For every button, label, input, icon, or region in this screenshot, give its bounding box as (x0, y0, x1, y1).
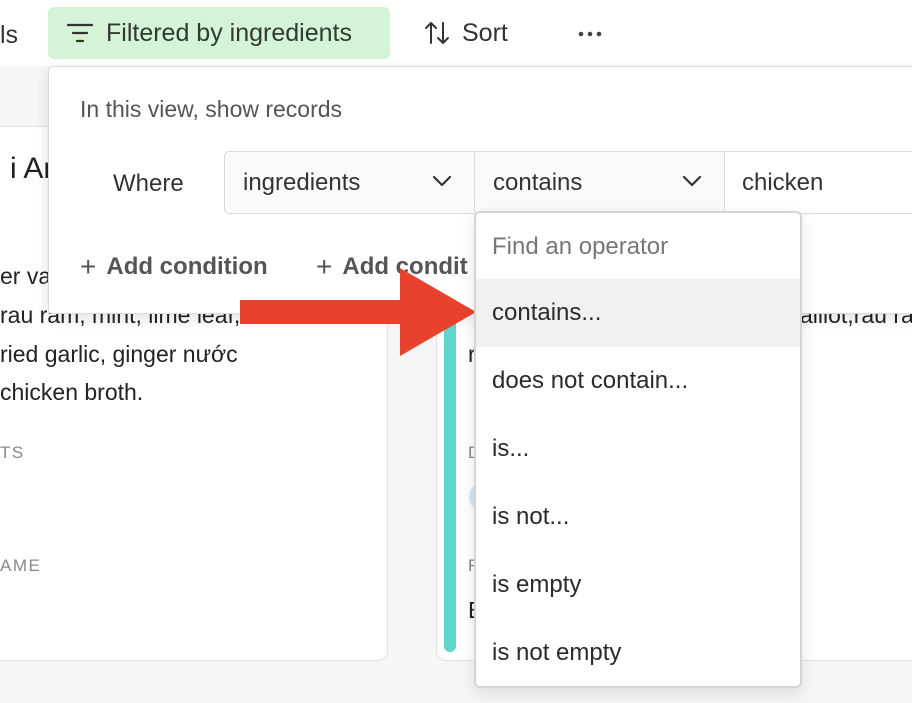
ellipsis-icon (578, 31, 602, 37)
plus-icon: + (80, 251, 97, 282)
operator-search-input[interactable]: Find an operator (492, 233, 668, 261)
chevron-down-icon (682, 175, 702, 187)
operator-select-value: contains (493, 168, 583, 196)
card-field-label: AME (0, 556, 42, 575)
operator-option-is-not[interactable]: is not... (476, 483, 800, 551)
card-field-label: TS (0, 443, 25, 462)
operator-option-is[interactable]: is... (476, 415, 800, 483)
operator-option-is-not-empty[interactable]: is not empty (476, 619, 800, 686)
filter-button-label: Filtered by ingredients (106, 18, 352, 47)
view-toolbar: ls Filtered by ingredients Sort (0, 0, 912, 66)
card-text-line: chicken broth. (0, 379, 144, 405)
operator-option-does-not-contain[interactable]: does not contain... (476, 347, 800, 415)
operator-option-is-empty[interactable]: is empty (476, 551, 800, 619)
card-text-line: ried garlic, ginger nước (0, 341, 238, 367)
filter-popover-heading: In this view, show records (80, 96, 343, 122)
filter-icon (66, 23, 94, 43)
card-text-line: er va (0, 263, 52, 289)
filter-value-text: chicken (742, 168, 824, 196)
operator-select[interactable]: contains (475, 151, 725, 214)
operator-option-contains[interactable]: contains... (476, 279, 800, 347)
annotation-arrow-icon (240, 268, 476, 356)
operator-dropdown: Find an operator contains... does not co… (474, 211, 802, 688)
more-options-button[interactable] (577, 14, 603, 54)
fields-button-fragment[interactable]: ls (0, 18, 18, 52)
field-select[interactable]: ingredients (224, 151, 475, 214)
chevron-down-icon (432, 175, 452, 187)
filter-value-input[interactable]: chicken (725, 151, 912, 214)
sort-icon (425, 22, 449, 44)
sort-button[interactable]: Sort (424, 7, 508, 59)
where-label: Where (113, 170, 184, 197)
field-select-value: ingredients (243, 168, 361, 196)
filter-button[interactable]: Filtered by ingredients (48, 7, 390, 59)
sort-button-label: Sort (462, 18, 508, 47)
